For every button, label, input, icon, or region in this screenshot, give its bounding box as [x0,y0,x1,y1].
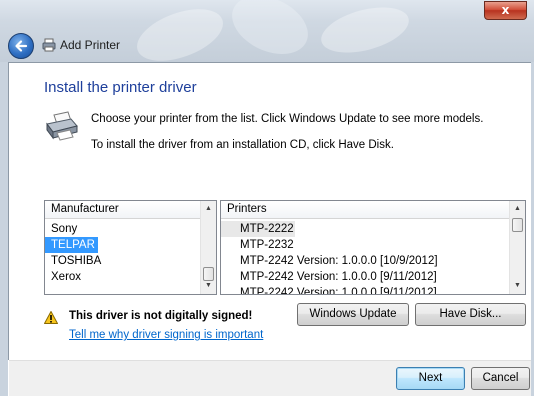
window-frame-left [0,62,8,396]
list-item[interactable]: MTP-2232 [221,237,525,253]
list-item[interactable]: Xerox [45,269,216,285]
scroll-up-icon[interactable]: ▲ [510,201,525,217]
printer-scrollbar[interactable]: ▲ ▼ [509,201,525,294]
next-button[interactable]: Next [396,367,465,390]
install-cd-text: To install the driver from an installati… [91,139,394,151]
scroll-thumb[interactable] [512,218,523,232]
close-icon: x [501,3,510,17]
cancel-button[interactable]: Cancel [471,367,530,390]
list-item[interactable]: MTP-2222 [221,221,295,237]
list-item[interactable]: MTP-2242 Version: 1.0.0.0 [9/11/2012] [221,285,525,294]
warning-icon [44,311,58,324]
manufacturer-list[interactable]: Manufacturer Sony TELPAR TOSHIBA Xerox ▲… [44,200,217,295]
page-title: Install the printer driver [44,79,197,96]
printer-icon [46,111,78,141]
driver-signing-link[interactable]: Tell me why driver signing is important [69,329,263,341]
scroll-down-icon[interactable]: ▼ [201,278,216,294]
back-arrow-icon [15,40,28,52]
aero-background-decoration [137,0,409,61]
manufacturer-scrollbar[interactable]: ▲ ▼ [200,201,216,294]
list-item-selected[interactable]: TELPAR [45,237,98,253]
printer-list[interactable]: Printers MTP-2222 MTP-2232 MTP-2242 Vers… [220,200,526,295]
instruction-text: Choose your printer from the list. Click… [91,113,484,125]
wizard-footer: Next Cancel [9,360,531,396]
title-bar: x Add Printer [0,0,534,62]
printer-small-icon [42,38,56,52]
back-button[interactable] [8,33,34,59]
window-title: Add Printer [60,38,121,52]
list-item[interactable]: MTP-2242 Version: 1.0.0.0 [9/11/2012] [221,269,525,285]
close-button[interactable]: x [484,1,527,20]
list-item[interactable]: MTP-2242 Version: 1.0.0.0 [10/9/2012] [221,253,525,269]
scroll-up-icon[interactable]: ▲ [201,201,216,217]
printers-column-header[interactable]: Printers [221,201,525,219]
unsigned-driver-warning: This driver is not digitally signed! [69,310,253,322]
windows-update-button[interactable]: Windows Update [297,303,409,326]
manufacturer-column-header[interactable]: Manufacturer [45,201,216,219]
have-disk-button[interactable]: Have Disk... [415,303,526,326]
list-item[interactable]: TOSHIBA [45,253,216,269]
scroll-down-icon[interactable]: ▼ [510,278,525,294]
list-item[interactable]: Sony [45,221,216,237]
wizard-content: Install the printer driver Choose your p… [8,62,531,360]
